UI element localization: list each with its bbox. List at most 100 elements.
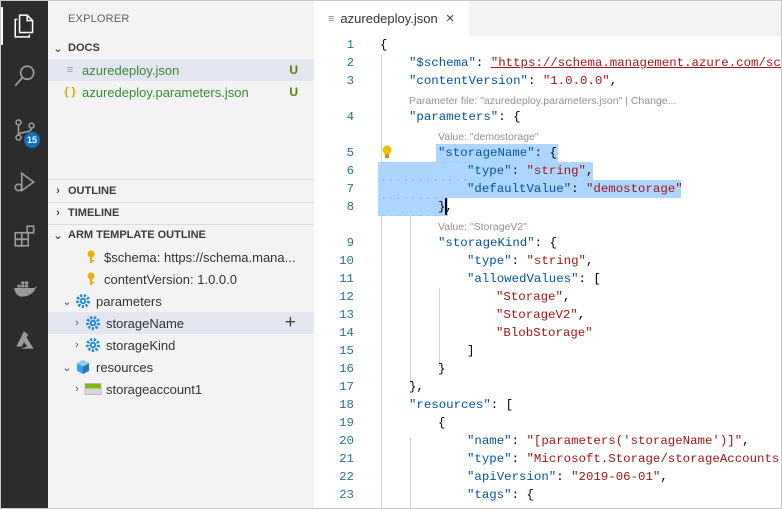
explorer-icon[interactable] [1,3,48,49]
line-number: 7 [346,182,354,196]
outline-item-storageaccount[interactable]: › storageaccount1 [48,378,314,400]
line-number: 22 [339,470,354,484]
chevron-right-icon[interactable]: › [70,317,84,329]
close-icon[interactable]: × [446,10,455,27]
key-icon [82,248,100,266]
chevron-right-icon[interactable]: › [70,339,84,351]
chevron-right-icon: › [56,207,60,219]
json-file-icon: ≡ [66,64,74,76]
line-number: 3 [346,74,354,88]
code-line: "resources": [ [409,398,514,412]
timeline-section-header[interactable]: › TIMELINE [48,202,314,224]
code-line: "type": "string", [467,254,594,268]
outline-item-schema[interactable]: $schema: https://schema.mana... [48,246,314,268]
key-icon [82,270,100,288]
line-number: 17 [339,380,354,394]
line-number: 21 [339,452,354,466]
chevron-down-icon[interactable]: ⌄ [60,295,74,308]
line-number: 20 [339,434,354,448]
codelens-value: Value: "demostorage" [438,131,539,143]
git-status-badge: U [289,63,298,77]
chevron-down-icon[interactable]: ⌄ [60,361,74,374]
add-icon[interactable]: + [285,312,296,334]
code-line: "storageKind": { [438,236,557,250]
code-line: "contentVersion": "1.0.0.0", [409,74,618,88]
gear-icon [84,314,102,332]
docker-icon[interactable] [1,265,48,311]
tab-bar: ≡ azuredeploy.json × [314,1,781,36]
editor-area: ≡ azuredeploy.json × 1 2 3 4 5 6 7 8 9 1… [314,1,781,508]
code-editor[interactable]: 1 2 3 4 5 6 7 8 9 10 11 12 13 14 15 16 1… [314,36,781,508]
chevron-down-icon: ⌄ [53,229,63,242]
activity-bar: 15 [1,1,48,508]
outline-section-header[interactable]: › OUTLINE [48,180,314,202]
outline-label: contentVersion: 1.0.0.0 [104,271,237,287]
code-line: "allowedValues": [ [467,272,601,286]
code-line: "type": "string", [467,164,594,178]
outline-label: storageName [106,315,185,331]
line-number: 8 [346,200,354,214]
scm-badge: 15 [24,132,41,148]
extensions-icon[interactable] [1,213,48,259]
git-status-badge: U [289,85,298,99]
lightbulb-icon[interactable] [381,144,393,160]
outline-label: $schema: https://schema.mana... [104,249,296,265]
line-number: 15 [339,344,354,358]
code-line: "Storage", [496,290,571,304]
line-number: 10 [339,254,354,268]
code-line: "BlobStorage" [496,326,593,340]
explorer-sidebar: EXPLORER ⌄ DOCS ≡ azuredeploy.json U { }… [48,1,314,508]
storage-icon [84,380,102,398]
outline-item-parameters[interactable]: ⌄ parameters [48,290,314,312]
outline-section-label: OUTLINE [68,185,117,197]
line-number: 4 [346,110,354,124]
line-number: 2 [346,56,354,70]
sidebar-title: EXPLORER [68,13,130,25]
search-icon[interactable] [1,53,48,99]
source-control-icon[interactable]: 15 [1,107,48,153]
vscode-window: 15 EXPLORER ⌄ DOCS ≡ azuredeploy.json U [0,0,782,509]
chevron-right-icon[interactable]: › [70,383,84,395]
indent-guide [381,54,382,508]
arm-outline-section-header[interactable]: ⌄ ARM TEMPLATE OUTLINE [48,224,314,246]
docs-section-header[interactable]: ⌄ DOCS [48,37,314,59]
text-cursor [445,198,447,215]
json-file-icon: ≡ [328,12,335,25]
codelens-value: Value: "StorageV2" [438,221,527,233]
line-number: 5 [346,146,354,160]
code-line: "name": "[parameters('storageName')]", [467,434,750,448]
line-number: 6 [346,164,354,178]
code-line: "StorageV2", [496,308,586,322]
file-item-parameters[interactable]: { } azuredeploy.parameters.json U [48,81,314,103]
outline-item-resources[interactable]: ⌄ resources [48,356,314,378]
azure-icon[interactable] [1,317,48,363]
indent-guide [410,438,411,508]
line-number: 13 [339,308,354,322]
line-number: 11 [339,272,354,286]
arm-outline-section-label: ARM TEMPLATE OUTLINE [68,229,206,241]
code-line: { [438,416,446,430]
code-line: ] [467,344,475,358]
run-debug-icon[interactable] [1,159,48,205]
file-name: azuredeploy.json [82,62,180,78]
schema-link[interactable]: "https://schema.management.azure.com/sch… [491,56,781,70]
outline-label: storageKind [106,337,176,353]
line-number: 14 [339,326,354,340]
code-line: "storageName": { [438,146,557,160]
code-line: "$schema": "https://schema.management.az… [409,54,781,72]
outline-item-content-version[interactable]: contentVersion: 1.0.0.0 [48,268,314,290]
line-number: 18 [339,398,354,412]
tab-azuredeploy[interactable]: ≡ azuredeploy.json × [314,1,469,36]
outline-item-storage-name[interactable]: › storageName + [48,312,314,334]
outline-item-storage-kind[interactable]: › storageKind [48,334,314,356]
indent-guide [439,288,440,366]
outline-label: parameters [96,293,162,309]
code-line: } [438,362,446,376]
whitespace-dots [380,180,468,198]
outline-label: resources [96,359,154,375]
code-line: "tags": { [467,488,534,502]
line-number: 16 [339,362,354,376]
codelens-parameter-file[interactable]: Parameter file: "azuredeploy.parameters.… [409,94,676,108]
file-item-azuredeploy[interactable]: ≡ azuredeploy.json U [48,59,314,81]
line-number: 19 [339,416,354,430]
